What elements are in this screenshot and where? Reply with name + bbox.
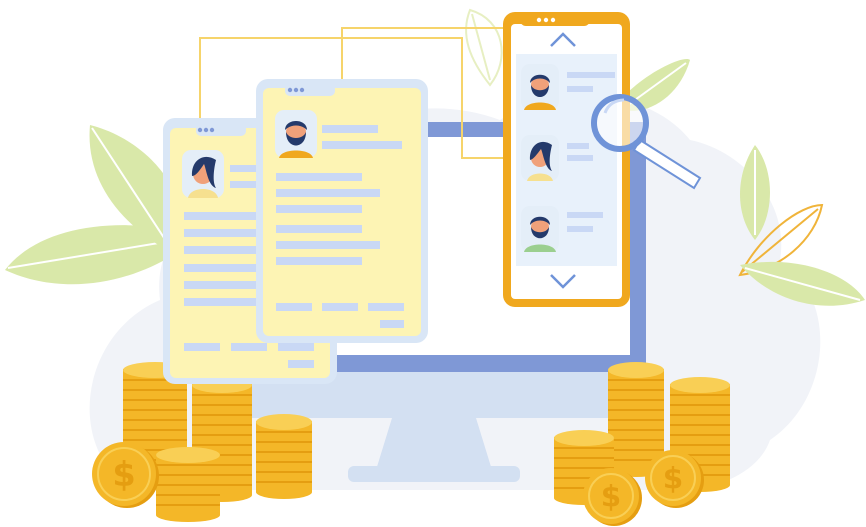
leaf-top-outline: [465, 8, 503, 87]
avatar-icon: [275, 110, 317, 158]
phone: [503, 12, 630, 307]
svg-text:$: $: [112, 455, 135, 494]
avatar-icon: [521, 64, 559, 110]
svg-text:$: $: [601, 480, 621, 514]
profile-card-front: [256, 79, 428, 343]
avatar-icon: [521, 135, 559, 181]
avatar-icon: [182, 150, 224, 198]
monitor-base: [348, 466, 520, 482]
coin-stack: [156, 447, 220, 522]
monitor-neck: [376, 418, 492, 470]
profile-search-illustration: $ $ $: [5, 8, 865, 526]
svg-text:$: $: [663, 462, 683, 496]
coin-stack: [256, 414, 312, 499]
avatar-icon: [521, 206, 559, 252]
